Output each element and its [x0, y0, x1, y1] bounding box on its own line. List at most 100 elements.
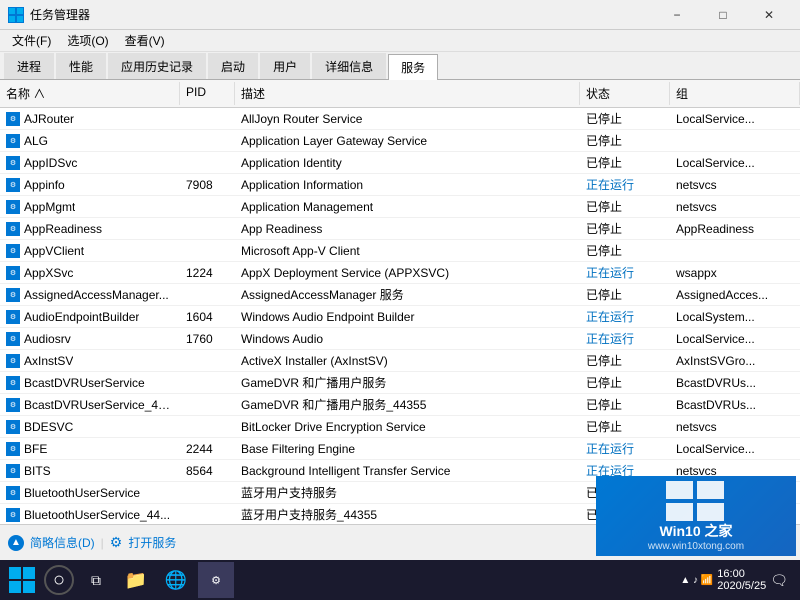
minimize-button[interactable]: −: [654, 0, 700, 30]
watermark-brand: Win10 之家: [660, 521, 733, 541]
system-tray: ▲ ♪ 📶 16:002020/5/25 🗨: [680, 568, 796, 592]
cell-pid: [180, 372, 235, 393]
tab-用户[interactable]: 用户: [260, 53, 310, 79]
cell-pid: [180, 394, 235, 415]
table-row[interactable]: ⚙Audiosrv1760Windows Audio正在运行LocalServi…: [0, 328, 800, 350]
cell-group: [670, 130, 800, 151]
service-name: ALG: [24, 134, 48, 148]
cell-group: LocalService...: [670, 328, 800, 349]
header-desc[interactable]: 描述: [235, 82, 580, 105]
table-row[interactable]: ⚙AppReadinessApp Readiness已停止AppReadines…: [0, 218, 800, 240]
cell-name: ⚙AppMgmt: [0, 196, 180, 217]
tab-bar: 进程性能应用历史记录启动用户详细信息服务: [0, 52, 800, 80]
cell-status: 正在运行: [580, 262, 670, 283]
menu-item-文件(F)[interactable]: 文件(F): [4, 30, 59, 51]
service-name: AxInstSV: [24, 354, 73, 368]
cell-desc: Application Management: [235, 196, 580, 217]
watermark-url: www.win10xtong.com: [648, 541, 744, 552]
taskmanager-button[interactable]: ⚙: [198, 562, 234, 598]
cell-group: AxInstSVGro...: [670, 350, 800, 371]
app-icon: [8, 7, 24, 23]
cell-status: 已停止: [580, 350, 670, 371]
cell-pid: [180, 350, 235, 371]
search-button[interactable]: ○: [44, 565, 74, 595]
taskbar: ○ ⧉ 📁 🌐 ⚙ ▲ ♪ 📶 16:002020/5/25 🗨: [0, 560, 800, 600]
cell-desc: AllJoyn Router Service: [235, 108, 580, 129]
maximize-button[interactable]: □: [700, 0, 746, 30]
divider: |: [101, 536, 104, 550]
service-name: BITS: [24, 464, 51, 478]
service-icon: ⚙: [6, 200, 20, 214]
service-name: BluetoothUserService: [24, 486, 140, 500]
start-button[interactable]: [4, 562, 40, 598]
tab-详细信息[interactable]: 详细信息: [312, 53, 386, 79]
table-row[interactable]: ⚙AJRouterAllJoyn Router Service已停止LocalS…: [0, 108, 800, 130]
cell-desc: 蓝牙用户支持服务: [235, 482, 580, 503]
cell-desc: Microsoft App-V Client: [235, 240, 580, 261]
header-group[interactable]: 组: [670, 82, 800, 105]
tab-启动[interactable]: 启动: [208, 53, 258, 79]
service-icon: ⚙: [6, 288, 20, 302]
cell-pid: 1224: [180, 262, 235, 283]
open-services-button[interactable]: 打开服务: [128, 534, 176, 551]
task-view-button[interactable]: ⧉: [78, 562, 114, 598]
cell-desc: Application Identity: [235, 152, 580, 173]
cell-group: LocalService...: [670, 438, 800, 459]
service-name: BcastDVRUserService: [24, 376, 145, 390]
service-name: BFE: [24, 442, 47, 456]
cell-pid: [180, 416, 235, 437]
table-row[interactable]: ⚙Appinfo7908Application Information正在运行n…: [0, 174, 800, 196]
table-body[interactable]: ⚙AJRouterAllJoyn Router Service已停止LocalS…: [0, 108, 800, 524]
header-name[interactable]: 名称 ∧: [0, 82, 180, 105]
table-row[interactable]: ⚙AssignedAccessManager...AssignedAccessM…: [0, 284, 800, 306]
notification-icon: 🗨: [770, 572, 788, 589]
cell-name: ⚙BluetoothUserService_44...: [0, 504, 180, 524]
table-row[interactable]: ⚙BcastDVRUserServiceGameDVR 和广播用户服务已停止Bc…: [0, 372, 800, 394]
cell-pid: 1760: [180, 328, 235, 349]
service-icon: ⚙: [6, 376, 20, 390]
service-name: AppReadiness: [24, 222, 102, 236]
menu-item-查看(V)[interactable]: 查看(V): [117, 30, 173, 51]
table-row[interactable]: ⚙ALGApplication Layer Gateway Service已停止: [0, 130, 800, 152]
cell-name: ⚙AppVClient: [0, 240, 180, 261]
cell-desc: 蓝牙用户支持服务_44355: [235, 504, 580, 524]
close-button[interactable]: ✕: [746, 0, 792, 30]
cell-group: BcastDVRUs...: [670, 372, 800, 393]
cell-status: 已停止: [580, 108, 670, 129]
file-explorer-button[interactable]: 📁: [118, 562, 154, 598]
service-icon: ⚙: [6, 222, 20, 236]
table-row[interactable]: ⚙AxInstSVActiveX Installer (AxInstSV)已停止…: [0, 350, 800, 372]
cell-status: 已停止: [580, 284, 670, 305]
service-icon: ⚙: [6, 178, 20, 192]
cell-group: wsappx: [670, 262, 800, 283]
table-row[interactable]: ⚙BcastDVRUserService_44...GameDVR 和广播用户服…: [0, 394, 800, 416]
cell-group: netsvcs: [670, 174, 800, 195]
tab-进程[interactable]: 进程: [4, 53, 54, 79]
table-row[interactable]: ⚙AudioEndpointBuilder1604Windows Audio E…: [0, 306, 800, 328]
cell-group: netsvcs: [670, 416, 800, 437]
cell-desc: App Readiness: [235, 218, 580, 239]
table-row[interactable]: ⚙BFE2244Base Filtering Engine正在运行LocalSe…: [0, 438, 800, 460]
cell-status: 已停止: [580, 130, 670, 151]
tab-应用历史记录[interactable]: 应用历史记录: [108, 53, 206, 79]
menu-item-选项(O)[interactable]: 选项(O): [59, 30, 116, 51]
table-row[interactable]: ⚙BDESVCBitLocker Drive Encryption Servic…: [0, 416, 800, 438]
cell-status: 已停止: [580, 394, 670, 415]
table-row[interactable]: ⚙AppMgmtApplication Management已停止netsvcs: [0, 196, 800, 218]
tab-性能[interactable]: 性能: [56, 53, 106, 79]
table-row[interactable]: ⚙AppIDSvcApplication Identity已停止LocalSer…: [0, 152, 800, 174]
tab-服务[interactable]: 服务: [388, 54, 438, 80]
table-row[interactable]: ⚙AppVClientMicrosoft App-V Client已停止: [0, 240, 800, 262]
cell-pid: [180, 482, 235, 503]
cell-group: LocalSystem...: [670, 306, 800, 327]
cell-status: 已停止: [580, 152, 670, 173]
table-row[interactable]: ⚙AppXSvc1224AppX Deployment Service (APP…: [0, 262, 800, 284]
cell-desc: Windows Audio Endpoint Builder: [235, 306, 580, 327]
clock: 16:002020/5/25: [717, 568, 766, 592]
cell-pid: 2244: [180, 438, 235, 459]
header-pid[interactable]: PID: [180, 82, 235, 105]
summary-button[interactable]: 简略信息(D): [30, 534, 95, 551]
header-status[interactable]: 状态: [580, 82, 670, 105]
service-name: AppXSvc: [24, 266, 73, 280]
browser-button[interactable]: 🌐: [158, 562, 194, 598]
